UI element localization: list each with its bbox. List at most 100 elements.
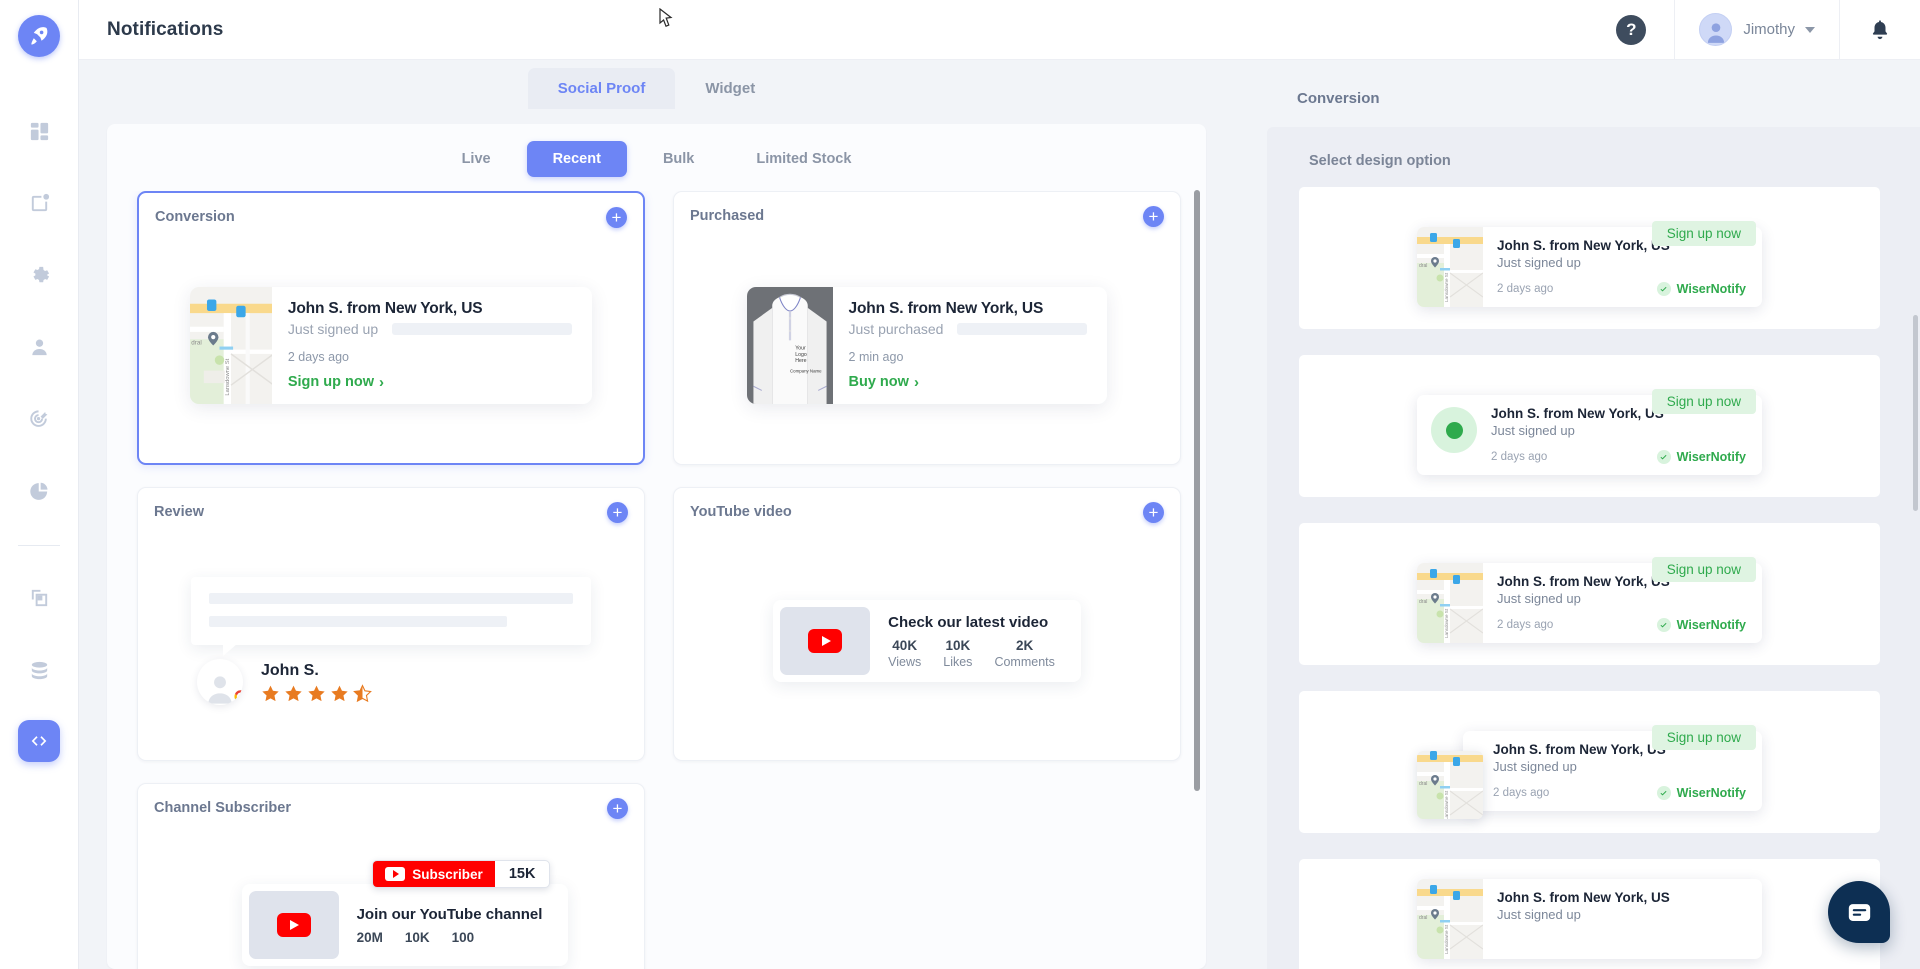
main-tabs: Social Proof Widget: [79, 60, 1234, 108]
card-preview: Your Logo Here Company Name John S. from: [684, 236, 1170, 454]
subtab-bulk[interactable]: Bulk: [637, 141, 720, 177]
user-menu[interactable]: Jimothy: [1675, 0, 1839, 59]
map-image: dral Lansdowne St: [1417, 751, 1483, 819]
card-title: Conversion: [155, 209, 235, 225]
check-icon: [1657, 450, 1671, 464]
target-icon: [28, 408, 51, 431]
card-review[interactable]: Review +: [137, 487, 645, 761]
option-footer: 2 days ago WiserNotify: [1497, 618, 1746, 632]
brand-badge: WiserNotify: [1657, 450, 1746, 464]
sidebar-item-data[interactable]: [17, 648, 61, 692]
design-option-2[interactable]: Sign up now John S. from New York, US Ju…: [1299, 355, 1880, 497]
check-icon: [1657, 618, 1671, 632]
rocket-logo[interactable]: [18, 15, 60, 57]
option-time: 2 days ago: [1493, 787, 1549, 799]
right-scrollbar[interactable]: [1913, 315, 1918, 969]
youtube-play-icon: [808, 629, 842, 653]
sidebar-item-notifications[interactable]: [17, 181, 61, 225]
design-option-inner: Sign up now John S. from New York, US Ju…: [1417, 395, 1762, 475]
channel-title: Join our YouTube channel: [357, 906, 543, 923]
right-panel-title: Conversion: [1259, 60, 1920, 107]
right-scrollbar-thumb[interactable]: [1913, 315, 1918, 511]
card-title: Purchased: [690, 208, 764, 224]
stat-views: 40K Views: [888, 638, 921, 669]
tab-widget[interactable]: Widget: [675, 68, 785, 109]
card-youtube-video[interactable]: YouTube video + Check our latest video: [673, 487, 1181, 761]
signup-pill[interactable]: Sign up now: [1652, 221, 1756, 246]
add-channel-subscriber-button[interactable]: +: [607, 798, 628, 819]
subscriber-badge: Subscriber 15K: [372, 860, 550, 888]
card-conversion[interactable]: Conversion +: [137, 191, 645, 465]
stat-value: 40K: [888, 638, 921, 653]
sidebar-item-integrations[interactable]: [17, 576, 61, 620]
channel-info: Join our YouTube channel 20M 10K: [357, 906, 543, 945]
social-proof-panel: Live Recent Bulk Limited Stock Conversio…: [107, 124, 1206, 969]
stat-value: 20M: [357, 930, 383, 945]
card-title: Review: [154, 504, 204, 520]
card-channel-subscriber[interactable]: Channel Subscriber + Subscriber: [137, 783, 645, 969]
signup-pill[interactable]: Sign up now: [1652, 557, 1756, 582]
design-option-list: Sign up now: [1299, 187, 1880, 969]
product-thumbnail: Your Logo Here Company Name: [747, 287, 833, 404]
help-icon[interactable]: ?: [1616, 15, 1646, 45]
add-purchased-button[interactable]: +: [1143, 206, 1164, 227]
chevron-right-icon: ›: [914, 374, 919, 391]
chat-widget-button[interactable]: [1828, 881, 1890, 943]
design-option-4[interactable]: Sign up now dral: [1299, 691, 1880, 833]
signup-cta[interactable]: Sign up now ›: [288, 374, 572, 391]
cta-label: Buy now: [849, 374, 909, 390]
design-options-panel: Select design option Sign up now: [1267, 127, 1920, 969]
add-conversion-button[interactable]: +: [606, 207, 627, 228]
notification-cards-scroll[interactable]: Conversion +: [107, 191, 1206, 969]
left-scrollbar-thumb[interactable]: [1194, 190, 1200, 791]
user-icon: [28, 336, 51, 359]
subtab-limited-stock[interactable]: Limited Stock: [730, 141, 877, 177]
stat-videos: 10K: [405, 930, 430, 945]
map-image: dral Lansdowne St: [1417, 879, 1483, 959]
svg-text:Your: Your: [795, 345, 806, 351]
brand-name: WiserNotify: [1677, 450, 1746, 464]
buy-now-cta[interactable]: Buy now ›: [849, 374, 1088, 391]
sidebar-item-users[interactable]: [17, 325, 61, 369]
map-thumbnail: dral Lansdowne St: [190, 287, 272, 404]
left-scrollbar[interactable]: [1194, 190, 1200, 961]
sidebar-item-goals[interactable]: [17, 397, 61, 441]
design-option-1[interactable]: Sign up now: [1299, 187, 1880, 329]
redacted-bar: [392, 323, 572, 335]
notification-name: John S. from New York, US: [849, 300, 1088, 318]
design-option-3[interactable]: Sign up now: [1299, 523, 1880, 665]
signup-pill[interactable]: Sign up now: [1652, 725, 1756, 750]
review-bubble: [191, 577, 591, 645]
map-thumbnail: dral Lansdowne St: [1417, 563, 1483, 643]
design-option-inner: Sign up now dral: [1417, 731, 1762, 811]
card-preview: dral Lansdowne St John S. from New York,…: [149, 237, 633, 453]
subtab-recent[interactable]: Recent: [527, 141, 627, 177]
svg-text:dral: dral: [1419, 781, 1427, 787]
subtab-live[interactable]: Live: [436, 141, 517, 177]
star-half-icon: [353, 684, 372, 703]
option-action: Just signed up: [1497, 591, 1746, 606]
sidebar-item-embed-code[interactable]: [18, 720, 60, 762]
status-dot: [1446, 422, 1463, 439]
design-option-5[interactable]: dral Lansdowne St John S. from New York,…: [1299, 859, 1880, 969]
add-review-button[interactable]: +: [607, 502, 628, 523]
add-youtube-video-button[interactable]: +: [1143, 502, 1164, 523]
svg-text:dral: dral: [191, 339, 201, 346]
notifications-bell-button[interactable]: [1840, 0, 1920, 59]
tab-social-proof[interactable]: Social Proof: [528, 68, 676, 109]
sidebar-item-dashboard[interactable]: [17, 109, 61, 153]
signup-pill[interactable]: Sign up now: [1652, 389, 1756, 414]
option-action: Just signed up: [1497, 255, 1746, 270]
sidebar-item-analytics[interactable]: [17, 469, 61, 513]
review-preview: John S.: [191, 577, 591, 705]
option-time: 2 days ago: [1491, 451, 1547, 463]
card-purchased[interactable]: Purchased +: [673, 191, 1181, 465]
chevron-down-icon: [1805, 27, 1815, 33]
notification-cards-grid: Conversion +: [137, 191, 1184, 969]
youtube-preview: Check our latest video 40K Views: [773, 600, 1081, 682]
sidebar-item-settings[interactable]: [17, 253, 61, 297]
notification-time: 2 days ago: [288, 350, 572, 364]
main-area: Notifications ? Jimothy: [79, 0, 1920, 969]
video-stats: 40K Views 10K Likes: [888, 638, 1055, 669]
status-circle-icon: [1431, 407, 1477, 453]
